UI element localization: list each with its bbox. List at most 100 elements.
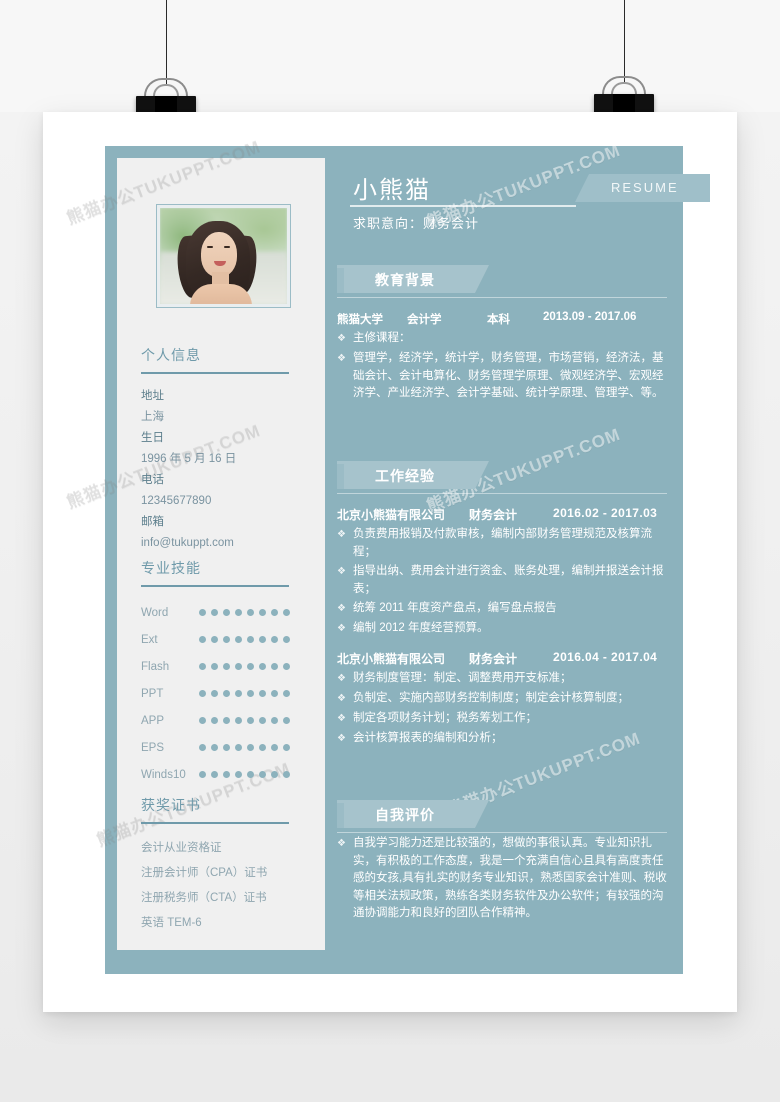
skill-dot [211,636,218,643]
bullet-marker-icon: ❖ [337,603,346,614]
skill-row: EPS [141,734,303,761]
sidebar-certificates-title: 获奖证书 [141,797,201,813]
skill-dot [211,717,218,724]
skill-dot [259,690,266,697]
skill-dot [211,690,218,697]
skill-dot [283,663,290,670]
skill-dot [271,771,278,778]
education-banner: 教育背景 [337,265,489,293]
work-entry-header: 北京小熊猫有限公司 财务会计 2016.02 - 2017.03 [337,506,667,523]
bullet-item: ❖ 负责费用报销及付款审核，编制内部财务管理规范及核算流程； [337,526,667,561]
photo-eye-right [224,246,230,248]
bullet-text: 自我学习能力还是比较强的，想做的事很认真。专业知识扎实，有积极的工作态度，我是一… [353,837,667,919]
skill-dot [259,771,266,778]
bullet-text: 会计核算报表的编制和分析； [353,732,503,744]
bullet-marker-icon: ❖ [337,693,346,704]
bullet-marker-icon: ❖ [337,623,346,634]
skill-dot [271,717,278,724]
skill-dot [235,636,242,643]
skill-dots [199,717,290,724]
skill-dot [199,690,206,697]
skill-dot [223,771,230,778]
clip-string-right [624,0,625,84]
photo-face [201,232,237,277]
skill-dot [271,609,278,616]
skill-dot [223,663,230,670]
bullet-item: ❖ 会计核算报表的编制和分析； [337,730,667,748]
skill-row: Ext [141,626,303,653]
section-work: 工作经验 北京小熊猫有限公司 财务会计 2016.02 - 2017.03 ❖ 负责费用… [337,461,667,748]
skill-dot [259,663,266,670]
skill-dot [199,636,206,643]
skill-dot [199,717,206,724]
bullet-text: 管理学，经济学，统计学，财务管理，市场营销，经济法，基础会计、会计电算化、财务管… [353,352,664,399]
bullet-marker-icon: ❖ [337,733,346,744]
photo-shoulders [190,284,252,304]
skill-dot [199,744,206,751]
education-school: 熊猫大学 [337,314,383,326]
skill-dot [223,609,230,616]
divider [337,493,667,494]
skill-dot [259,636,266,643]
divider [337,297,667,298]
skill-dot [247,663,254,670]
skill-dot [247,771,254,778]
bullet-marker-icon: ❖ [337,838,346,849]
education-major: 会计学 [407,314,442,326]
skill-dot [223,690,230,697]
bullet-item: ❖ 管理学，经济学，统计学，财务管理，市场营销，经济法，基础会计、会计电算化、财务… [337,350,667,403]
candidate-name: 小熊猫 [353,177,431,204]
bullet-marker-icon: ❖ [337,333,346,344]
sidebar-personal-title: 个人信息 [141,347,201,363]
work-company: 北京小熊猫有限公司 [337,652,446,666]
work-date: 2016.02 - 2017.03 [553,506,658,520]
bullet-text: 统筹 2011 年度资产盘点，编写盘点报告 [353,602,557,614]
skill-dots [199,636,290,643]
photo-eye-left [207,246,213,248]
skill-dot [283,636,290,643]
divider [141,372,289,374]
skill-dot [247,690,254,697]
personal-field-label: 地址 [141,390,164,402]
divider [337,832,667,833]
skill-dot [247,744,254,751]
skill-name: Winds10 [141,768,186,781]
sidebar-section-certificates: 获奖证书 会计从业资格证 注册会计师（CPA）证书 注册税务师（CTA）证书 英语 T… [141,795,303,936]
skill-row: APP [141,707,303,734]
profile-photo [157,205,290,307]
skill-dot [247,717,254,724]
skill-dot [235,690,242,697]
skill-dot [247,609,254,616]
section-evaluation: 自我评价 ❖ 自我学习能力还是比较强的，想做的事很认真。专业知识扎实，有积极的工作… [337,800,667,923]
evaluation-banner: 自我评价 [337,800,489,828]
skill-name: APP [141,714,165,727]
skill-dot [199,771,206,778]
bullet-text: 制定各项财务计划；税务筹划工作； [353,712,537,724]
skill-list: Word Ext Flash PPT APP EPS Winds10 [141,599,303,788]
personal-field-label: 邮箱 [141,516,164,528]
bullet-text: 负责费用报销及付款审核，编制内部财务管理规范及核算流程； [353,528,652,558]
work-entry-header: 北京小熊猫有限公司 财务会计 2016.04 - 2017.04 [337,650,667,667]
skill-dot [235,744,242,751]
section-education: 教育背景 熊猫大学 会计学 本科 2013.09 - 2017.06 ❖ 主修课程… [337,265,667,403]
bullet-item: ❖ 负制定、实施内部财务控制制度；制定会计核算制度； [337,690,667,708]
skill-dots [199,663,290,670]
skill-dot [271,744,278,751]
education-entry-header: 熊猫大学 会计学 本科 2013.09 - 2017.06 [337,311,667,327]
bullet-text: 主修课程： [353,332,411,344]
name-underline [350,205,576,207]
skill-dot [223,744,230,751]
skill-dot [247,636,254,643]
bullet-marker-icon: ❖ [337,566,346,577]
education-title: 教育背景 [375,272,435,288]
work-title: 工作经验 [375,468,435,484]
divider [141,822,289,824]
personal-field-value: info@tukuppt.com [141,537,234,549]
skill-name: Flash [141,660,170,673]
certificate-item: 英语 TEM-6 [141,917,202,929]
skill-dot [259,609,266,616]
skill-dot [283,717,290,724]
resume-badge-label: RESUME [611,180,679,195]
skill-dot [199,609,206,616]
sidebar-section-personal: 个人信息 地址 上海 生日 1996 年 5 月 16 日电话 12345677890 邮… [141,345,303,554]
